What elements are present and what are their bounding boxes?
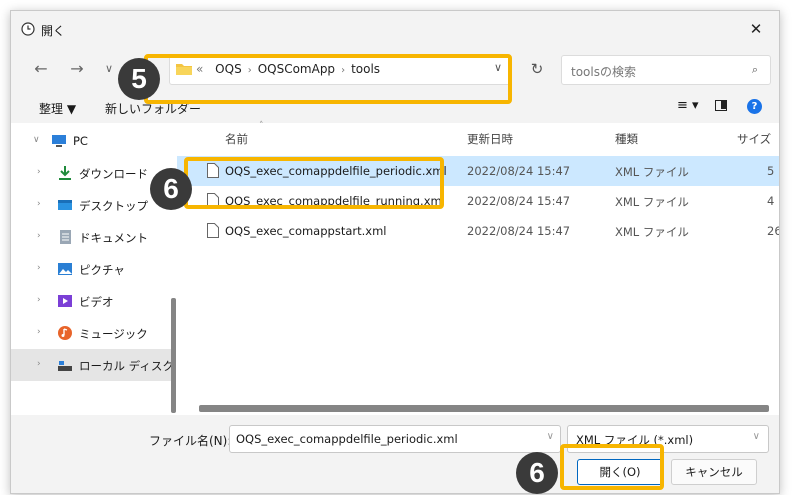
sidebar-item-label: ビデオ	[79, 295, 114, 309]
sidebar-item-label: ピクチャ	[79, 263, 125, 277]
view-menu-icon[interactable]: ≡ ▾	[677, 98, 699, 113]
file-date: 2022/08/24 15:47	[467, 164, 571, 178]
sidebar-item-documents[interactable]: › ドキュメント	[11, 221, 176, 253]
chevron-right-icon[interactable]: ›	[37, 359, 41, 369]
search-icon: ⌕	[751, 63, 758, 76]
window-title: 開く	[41, 24, 66, 38]
navigation-pane: ∨ PC › ダウンロード › デスクトップ › ドキュメント › ピクチャ ›…	[11, 123, 190, 415]
music-icon	[58, 326, 72, 340]
filename-value: OQS_exec_comappdelfile_periodic.xml	[236, 432, 458, 446]
step-6-badge: 6	[150, 168, 192, 210]
chevron-right-icon[interactable]: ›	[37, 327, 41, 337]
sidebar-item-pictures[interactable]: › ピクチャ	[11, 253, 176, 285]
column-header-name[interactable]: 名前	[225, 131, 248, 147]
filename-field[interactable]: OQS_exec_comappdelfile_periodic.xml ∨	[229, 425, 561, 453]
filename-label: ファイル名(N):	[149, 434, 232, 448]
file-type: XML ファイル	[615, 165, 689, 179]
chevron-right-icon[interactable]: ›	[37, 295, 41, 305]
file-row-highlight	[184, 157, 444, 209]
preview-pane-icon[interactable]	[715, 100, 727, 111]
sort-indicator-icon: ˄	[259, 121, 264, 131]
chevron-right-icon[interactable]: ›	[37, 199, 41, 209]
chevron-right-icon[interactable]: ›	[37, 231, 41, 241]
drive-icon	[58, 361, 72, 371]
file-date: 2022/08/24 15:47	[467, 224, 571, 238]
file-type: XML ファイル	[615, 225, 689, 239]
address-bar-highlight	[144, 54, 512, 104]
pictures-icon	[58, 263, 72, 275]
file-size: 4	[767, 194, 775, 208]
column-header-type[interactable]: 種類	[615, 131, 638, 147]
file-type: XML ファイル	[615, 195, 689, 209]
sidebar-item-label: ドキュメント	[79, 231, 148, 245]
desktop-icon	[58, 200, 72, 210]
refresh-icon[interactable]: ↻	[525, 57, 549, 81]
navigation-scrollbar[interactable]	[171, 298, 176, 413]
search-box[interactable]: toolsの検索 ⌕	[561, 55, 771, 85]
file-row[interactable]: OQS_exec_comappstart.xml 2022/08/24 15:4…	[177, 216, 779, 246]
sidebar-item-local-disk[interactable]: › ローカル ディスク (C	[11, 349, 190, 381]
back-arrow-icon[interactable]: ←	[29, 57, 53, 81]
help-icon[interactable]: ?	[747, 99, 762, 114]
sidebar-item-label: デスクトップ	[79, 199, 148, 213]
chevron-right-icon[interactable]: ›	[37, 263, 41, 273]
file-date: 2022/08/24 15:47	[467, 194, 571, 208]
sidebar-item-label: PC	[73, 134, 88, 148]
chevron-down-icon[interactable]: ∨	[547, 431, 554, 442]
file-size: 26	[767, 224, 779, 238]
close-button[interactable]: ✕	[741, 17, 771, 41]
download-icon	[59, 166, 71, 180]
step-5-badge: 5	[118, 58, 160, 100]
step-6-badge: 6	[516, 452, 558, 494]
sidebar-item-videos[interactable]: › ビデオ	[11, 285, 176, 317]
chevron-right-icon[interactable]: ›	[37, 167, 41, 177]
open-button-highlight	[560, 444, 664, 490]
chevron-down-icon[interactable]: ∨	[753, 431, 760, 442]
sidebar-item-pc[interactable]: ∨ PC	[11, 125, 176, 157]
column-header-size[interactable]: サイズ	[737, 131, 771, 147]
search-input[interactable]: toolsの検索	[571, 63, 636, 80]
file-size: 5	[767, 164, 775, 178]
pc-icon	[52, 135, 66, 147]
title-bar: 開く ✕	[11, 11, 779, 47]
clock-icon	[21, 22, 35, 36]
cancel-button[interactable]: キャンセル	[671, 459, 757, 485]
sidebar-item-label: ミュージック	[79, 327, 148, 341]
sidebar-item-label: ダウンロード	[79, 167, 148, 181]
videos-icon	[58, 295, 72, 307]
forward-arrow-icon[interactable]: →	[65, 57, 89, 81]
organize-button[interactable]: 整理 ▼	[39, 100, 76, 117]
document-icon	[60, 230, 71, 244]
file-icon	[207, 223, 219, 238]
chevron-down-icon[interactable]: ∨	[33, 135, 40, 145]
file-name: OQS_exec_comappstart.xml	[225, 224, 387, 238]
column-header-date[interactable]: 更新日時	[467, 131, 513, 147]
horizontal-scrollbar[interactable]	[199, 405, 769, 412]
sidebar-item-music[interactable]: › ミュージック	[11, 317, 176, 349]
